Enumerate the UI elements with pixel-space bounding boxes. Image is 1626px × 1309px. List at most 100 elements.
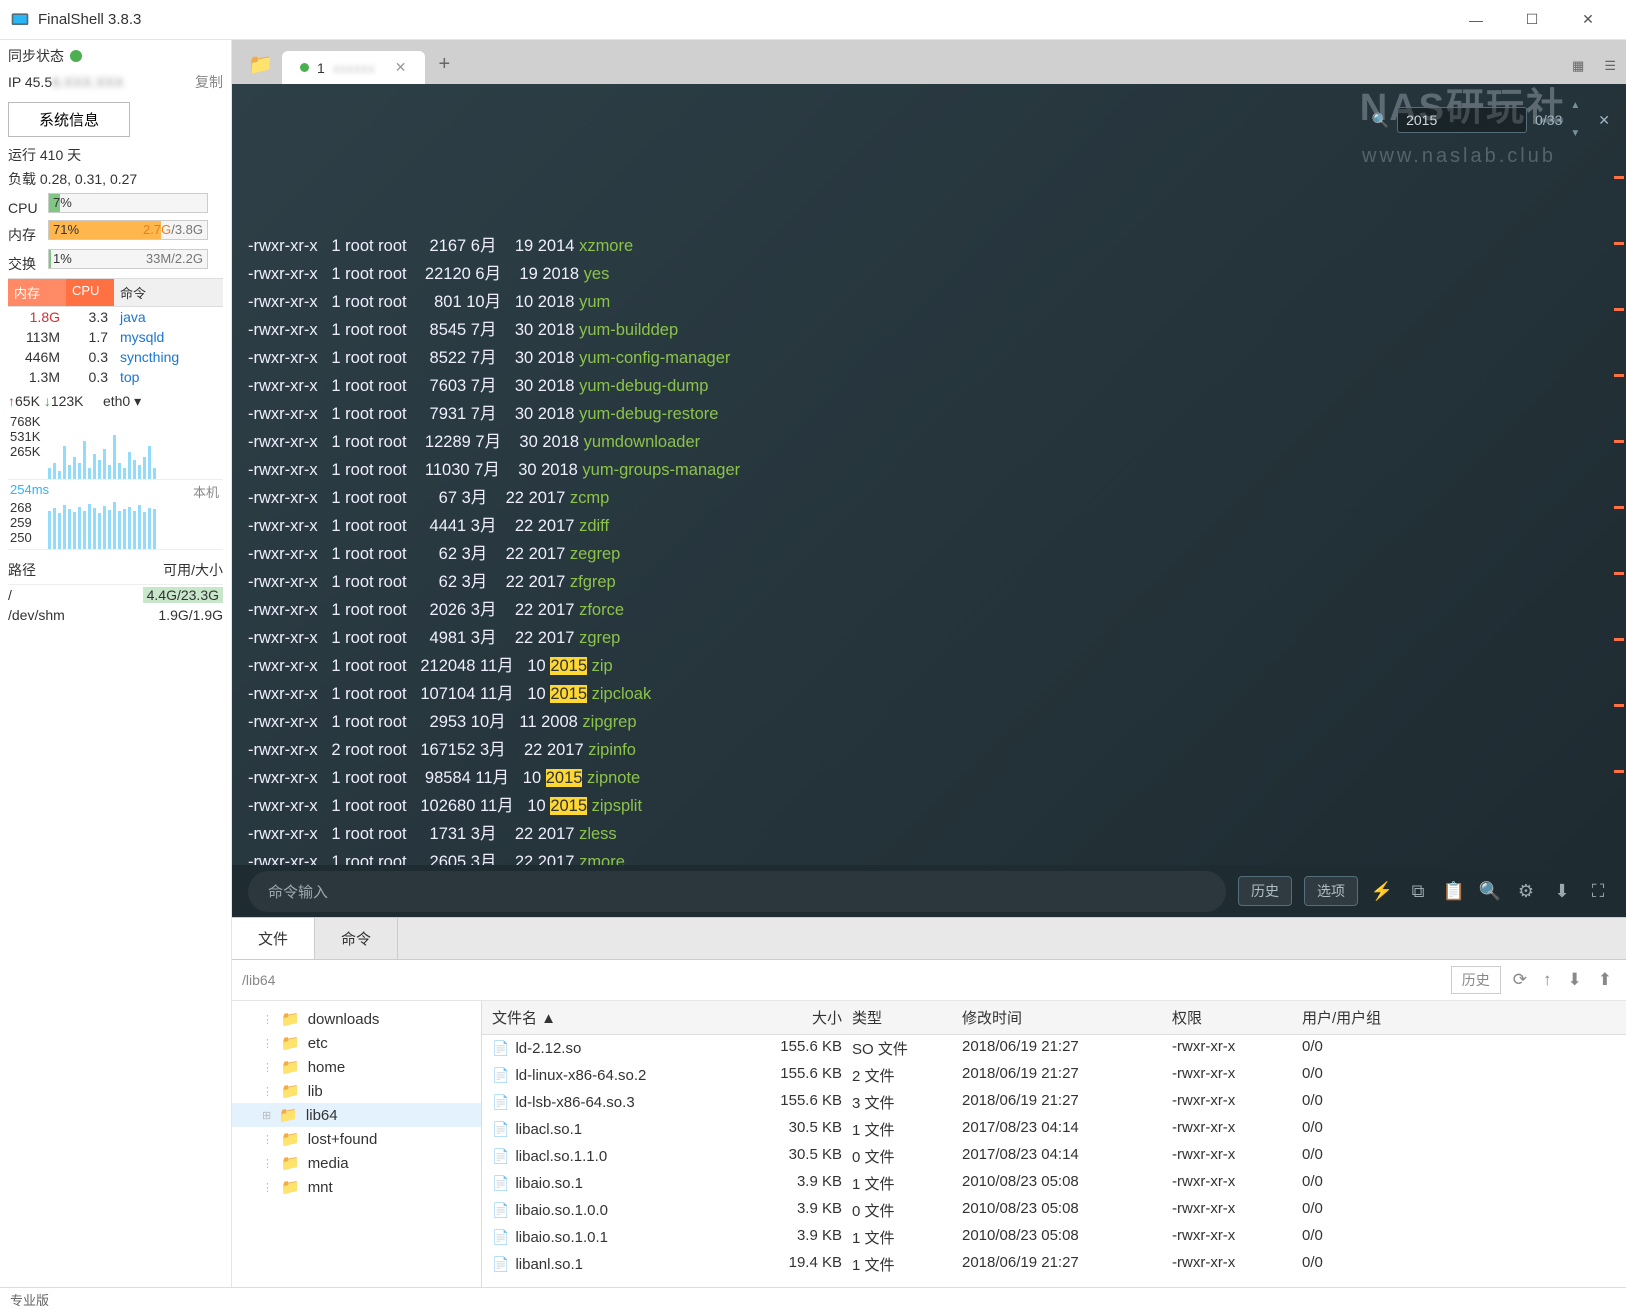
terminal[interactable]: NAS研玩社 www.naslab.club 🔍 0/33 ▲▼ ✕ -rwxr…: [232, 84, 1626, 865]
process-row[interactable]: 1.3M0.3top: [8, 367, 223, 387]
file-row[interactable]: 📄ld-linux-x86-64.so.2155.6 KB2 文件2018/06…: [482, 1062, 1626, 1089]
file-list-header: 文件名 ▲ 大小 类型 修改时间 权限 用户/用户组: [482, 1001, 1626, 1035]
process-row[interactable]: 113M1.7mysqld: [8, 327, 223, 347]
path-display[interactable]: /lib64: [242, 972, 1443, 988]
folder-icon[interactable]: 📁: [248, 52, 272, 76]
up-icon[interactable]: ↑: [1539, 970, 1556, 990]
terminal-line: -rwxr-xr-x 1 root root 2026 3月 22 2017 z…: [248, 596, 1610, 624]
file-panel: 文件 命令 /lib64 历史 ⟳ ↑ ⬇ ⬆ ⋮ 📁 downloads⋮ 📁…: [232, 917, 1626, 1287]
minimize-button[interactable]: —: [1448, 0, 1504, 40]
command-bar: 命令输入 历史 选项 ⚡ ⧉ 📋 🔍 ⚙ ⬇ ⛶: [232, 865, 1626, 917]
history-button[interactable]: 历史: [1238, 876, 1292, 906]
app-icon: [10, 10, 30, 30]
status-dot-icon: [300, 63, 309, 72]
process-row[interactable]: 1.8G3.3java: [8, 307, 223, 327]
swap-label: 交换: [8, 254, 48, 274]
search-prev-icon[interactable]: ▲: [1570, 92, 1580, 120]
file-row[interactable]: 📄libaio.so.13.9 KB1 文件2010/08/23 05:08-r…: [482, 1170, 1626, 1197]
search-count: 0/33: [1535, 106, 1562, 134]
disk-row: /4.4G/23.3G: [8, 585, 223, 605]
bolt-icon[interactable]: ⚡: [1370, 881, 1394, 902]
terminal-line: -rwxr-xr-x 1 root root 67 3月 22 2017 zcm…: [248, 484, 1610, 512]
close-button[interactable]: ✕: [1560, 0, 1616, 40]
terminal-line: -rwxr-xr-x 1 root root 62 3月 22 2017 zfg…: [248, 568, 1610, 596]
list-view-icon[interactable]: ☰: [1594, 48, 1626, 84]
tree-node[interactable]: ⋮ 📁 etc: [232, 1031, 481, 1055]
terminal-line: -rwxr-xr-x 1 root root 801 10月 10 2018 y…: [248, 288, 1610, 316]
mem-label: 内存: [8, 225, 48, 245]
tree-node[interactable]: ⋮ 📁 media: [232, 1151, 481, 1175]
terminal-minimap: [1614, 144, 1624, 805]
mem-bar: 71%2.7G/3.8G: [48, 220, 208, 240]
tree-node[interactable]: ⋮ 📁 mnt: [232, 1175, 481, 1199]
download-icon[interactable]: ⬇: [1550, 881, 1574, 902]
statusbar: 专业版: [0, 1287, 1626, 1309]
file-list[interactable]: 文件名 ▲ 大小 类型 修改时间 权限 用户/用户组 📄ld-2.12.so15…: [482, 1001, 1626, 1287]
load-text: 负载 0.28, 0.31, 0.27: [8, 169, 223, 189]
add-tab-button[interactable]: +: [425, 45, 465, 84]
search-next-icon[interactable]: ▼: [1570, 120, 1580, 148]
command-tab[interactable]: 命令: [315, 918, 398, 959]
settings-icon[interactable]: ⚙: [1514, 881, 1538, 902]
terminal-line: -rwxr-xr-x 1 root root 7603 7月 30 2018 y…: [248, 372, 1610, 400]
terminal-line: -rwxr-xr-x 1 root root 107104 11月 10 201…: [248, 680, 1610, 708]
refresh-icon[interactable]: ⟳: [1509, 970, 1531, 990]
search-close-icon[interactable]: ✕: [1598, 106, 1610, 134]
terminal-line: -rwxr-xr-x 1 root root 1731 3月 22 2017 z…: [248, 820, 1610, 848]
system-info-button[interactable]: 系统信息: [8, 102, 130, 137]
tree-node[interactable]: ⋮ 📁 lib: [232, 1079, 481, 1103]
path-history-button[interactable]: 历史: [1451, 966, 1501, 994]
disk-row: /dev/shm1.9G/1.9G: [8, 605, 223, 625]
command-input[interactable]: 命令输入: [248, 871, 1226, 912]
options-button[interactable]: 选项: [1304, 876, 1358, 906]
terminal-line: -rwxr-xr-x 1 root root 212048 11月 10 201…: [248, 652, 1610, 680]
traffic-chart: 768K531K265K: [8, 410, 223, 480]
uptime-text: 运行 410 天: [8, 145, 223, 165]
terminal-line: -rwxr-xr-x 1 root root 22120 6月 19 2018 …: [248, 260, 1610, 288]
terminal-line: -rwxr-xr-x 1 root root 2953 10月 11 2008 …: [248, 708, 1610, 736]
sync-status-label: 同步状态: [8, 46, 64, 66]
copy-ip-link[interactable]: 复制: [195, 72, 223, 92]
terminal-line: -rwxr-xr-x 1 root root 2605 3月 22 2017 z…: [248, 848, 1610, 865]
download-file-icon[interactable]: ⬇: [1564, 970, 1586, 990]
session-tab[interactable]: 1 xxxxxx ✕: [282, 51, 425, 84]
sync-status-dot: [70, 50, 82, 62]
folder-tree[interactable]: ⋮ 📁 downloads⋮ 📁 etc⋮ 📁 home⋮ 📁 lib⊞ 📁 l…: [232, 1001, 482, 1287]
terminal-line: -rwxr-xr-x 1 root root 7931 7月 30 2018 y…: [248, 400, 1610, 428]
file-row[interactable]: 📄libaio.so.1.0.13.9 KB1 文件2010/08/23 05:…: [482, 1224, 1626, 1251]
tree-node[interactable]: ⋮ 📁 home: [232, 1055, 481, 1079]
process-row[interactable]: 446M0.3syncthing: [8, 347, 223, 367]
search-icon: 🔍: [1372, 106, 1389, 134]
copy-icon[interactable]: ⧉: [1406, 881, 1430, 902]
titlebar: FinalShell 3.8.3 — ☐ ✕: [0, 0, 1626, 40]
tree-node[interactable]: ⊞ 📁 lib64: [232, 1103, 481, 1127]
latency-chart: 254ms 本机 268259250: [8, 480, 223, 550]
terminal-line: -rwxr-xr-x 1 root root 8522 7月 30 2018 y…: [248, 344, 1610, 372]
file-row[interactable]: 📄ld-2.12.so155.6 KBSO 文件2018/06/19 21:27…: [482, 1035, 1626, 1062]
tree-node[interactable]: ⋮ 📁 lost+found: [232, 1127, 481, 1151]
cpu-label: CPU: [8, 200, 48, 216]
close-tab-icon[interactable]: ✕: [395, 59, 407, 76]
find-icon[interactable]: 🔍: [1478, 881, 1502, 902]
terminal-line: -rwxr-xr-x 1 root root 11030 7月 30 2018 …: [248, 456, 1610, 484]
terminal-line: -rwxr-xr-x 1 root root 8545 7月 30 2018 y…: [248, 316, 1610, 344]
search-input[interactable]: [1397, 107, 1527, 133]
grid-view-icon[interactable]: ▦: [1562, 48, 1594, 84]
maximize-button[interactable]: ☐: [1504, 0, 1560, 40]
paste-icon[interactable]: 📋: [1442, 881, 1466, 902]
fullscreen-icon[interactable]: ⛶: [1586, 881, 1610, 902]
file-row[interactable]: 📄libaio.so.1.0.03.9 KB0 文件2010/08/23 05:…: [482, 1197, 1626, 1224]
process-header: 内存CPU命令: [8, 278, 223, 307]
file-row[interactable]: 📄libacl.so.1.1.030.5 KB0 文件2017/08/23 04…: [482, 1143, 1626, 1170]
cpu-bar: 7%: [48, 193, 208, 213]
sidebar: 同步状态 IP 45.56.XXX.XXX复制 系统信息 运行 410 天 负载…: [0, 40, 232, 1287]
file-row[interactable]: 📄libacl.so.130.5 KB1 文件2017/08/23 04:14-…: [482, 1116, 1626, 1143]
upload-file-icon[interactable]: ⬆: [1594, 970, 1616, 990]
file-row[interactable]: 📄ld-lsb-x86-64.so.3155.6 KB3 文件2018/06/1…: [482, 1089, 1626, 1116]
iface-dropdown-icon[interactable]: ▾: [134, 393, 141, 409]
tree-node[interactable]: ⋮ 📁 downloads: [232, 1007, 481, 1031]
file-row[interactable]: 📄libanl.so.119.4 KB1 文件2018/06/19 21:27-…: [482, 1251, 1626, 1278]
terminal-line: -rwxr-xr-x 1 root root 4441 3月 22 2017 z…: [248, 512, 1610, 540]
swap-bar: 1%33M/2.2G: [48, 249, 208, 269]
file-tab[interactable]: 文件: [232, 918, 315, 959]
